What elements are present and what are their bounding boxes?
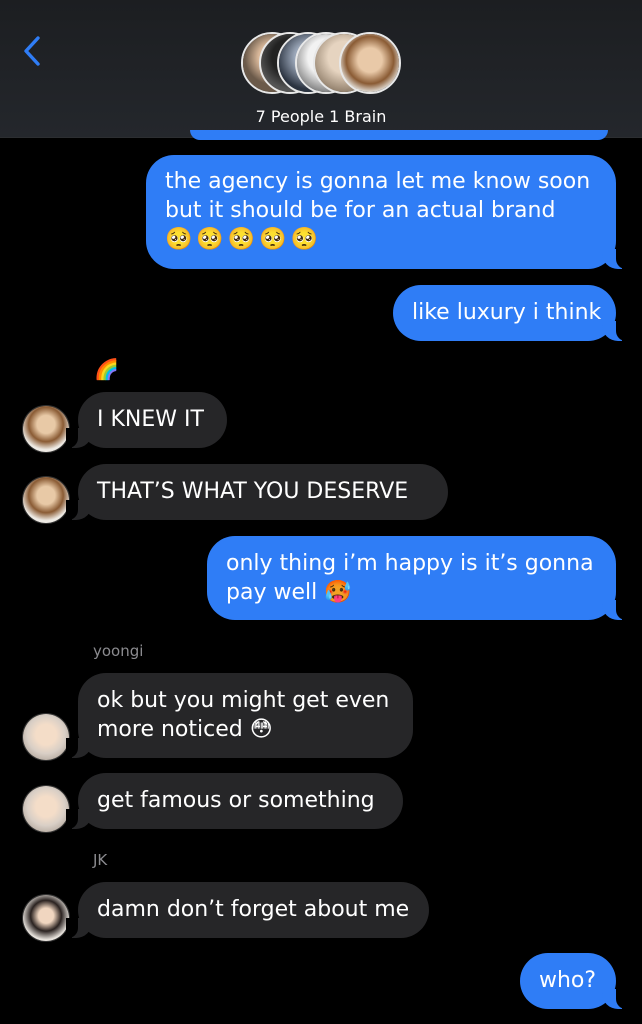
message-text-line: 🥺🥺🥺🥺🥺 [165, 227, 322, 252]
group-avatar-stack[interactable] [241, 32, 403, 96]
message-text-line: but it should be for an actual brand [165, 198, 556, 223]
message-text-line: more noticed 😳 [97, 717, 273, 742]
message-text-line: pay well 🥵 [226, 580, 352, 605]
message-text: THAT’S WHAT YOU DESERVE [97, 479, 409, 504]
message-text-line: ok but you might get even [97, 688, 390, 713]
outgoing-message-bubble[interactable]: only thing i’m happy is it’s gonna pay w… [207, 536, 628, 620]
message-text: I KNEW IT [97, 407, 204, 432]
chevron-left-icon [24, 36, 40, 66]
group-title: 7 People 1 Brain [255, 107, 387, 126]
participant-avatar [22, 713, 70, 761]
sender-name: yoongi [93, 642, 144, 660]
message-text: who? [539, 968, 597, 993]
participant-avatar [22, 405, 70, 453]
outgoing-message-bubble[interactable]: who? [520, 953, 628, 1009]
group-avatar [339, 32, 401, 94]
participant-avatar [22, 476, 70, 524]
message-text-line: only thing i’m happy is it’s gonna [226, 551, 594, 576]
previous-message-bubble [190, 130, 608, 140]
message-text-line: the agency is gonna let me know soon [165, 169, 591, 194]
outgoing-message-bubble[interactable]: like luxury i think [393, 285, 628, 341]
incoming-message-bubble[interactable]: get famous or something [66, 773, 403, 829]
back-button[interactable] [18, 34, 46, 68]
message-text: like luxury i think [412, 300, 602, 325]
incoming-message-bubble[interactable]: THAT’S WHAT YOU DESERVE [66, 464, 448, 520]
conversation-header: 7 People 1 Brain [0, 0, 642, 138]
rainbow-reaction: 🌈 [94, 357, 119, 381]
outgoing-message-bubble[interactable]: the agency is gonna let me know soon but… [146, 155, 628, 269]
sender-name: JK [93, 851, 108, 869]
incoming-message-bubble[interactable]: damn don’t forget about me [66, 882, 429, 938]
message-text: damn don’t forget about me [97, 897, 410, 922]
incoming-message-bubble[interactable]: I KNEW IT [66, 392, 227, 448]
incoming-message-bubble[interactable]: ok but you might get even more noticed 😳 [66, 673, 413, 758]
participant-avatar [22, 785, 70, 833]
participant-avatar [22, 894, 70, 942]
message-text: get famous or something [97, 788, 375, 813]
